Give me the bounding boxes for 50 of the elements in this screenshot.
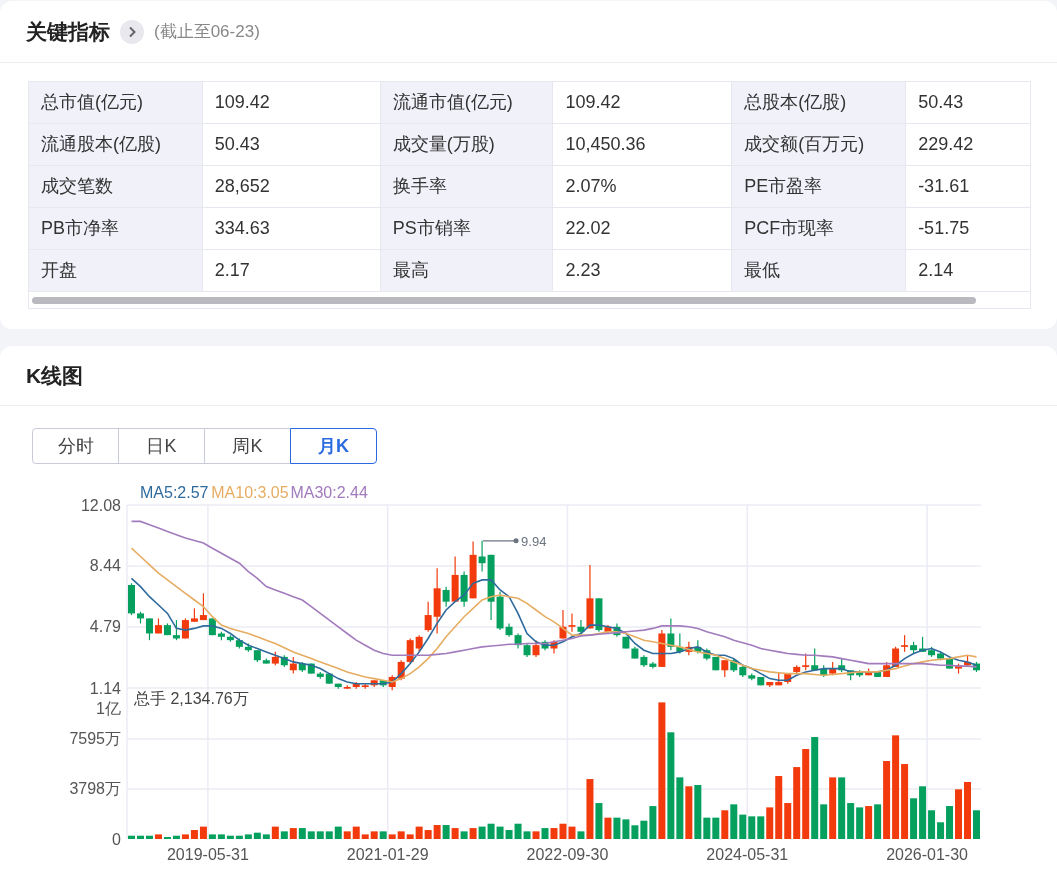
metric-label: 总股本(亿股) xyxy=(732,82,907,123)
metric-label: 成交额(百万元) xyxy=(732,124,907,165)
axis-label: 1.14 xyxy=(89,679,121,697)
axis-label: 1亿 xyxy=(96,699,121,717)
section-title: 关键指标 xyxy=(26,18,110,45)
metric-label: 流通股本(亿股) xyxy=(29,124,203,165)
period-tab[interactable]: 月K xyxy=(290,428,377,464)
metric-value: -31.61 xyxy=(917,175,971,198)
metric-value: 28,652 xyxy=(202,166,381,207)
metric-label: 最低 xyxy=(732,250,907,291)
metric-label: PB市净率 xyxy=(29,208,203,249)
metric-value: 50.43 xyxy=(917,91,965,114)
metric-value: 334.63 xyxy=(202,208,381,249)
metric-label: PE市盈率 xyxy=(732,166,907,207)
axis-label: 3798万 xyxy=(69,780,121,798)
axis-label: 7595万 xyxy=(69,730,121,748)
metric-value: 229.42 xyxy=(917,133,975,156)
metric-value: -51.75 xyxy=(917,217,971,240)
axis-label: 2021-01-29 xyxy=(346,846,429,863)
period-tab[interactable]: 日K xyxy=(118,428,205,464)
volume-label: 总手 2,134.76万 xyxy=(134,690,249,707)
metric-value: 109.42 xyxy=(202,82,381,123)
metric-value: 50.43 xyxy=(202,124,381,165)
legend-label: MA10:3.05 xyxy=(211,484,289,501)
as-of-date: (截止至06-23) xyxy=(154,20,260,43)
axis-label: 2022-09-30 xyxy=(526,846,609,863)
metric-label: 成交量(万股) xyxy=(380,124,554,165)
axis-label: 8.44 xyxy=(89,557,121,575)
metric-label: PCF市现率 xyxy=(732,208,907,249)
metric-label: 换手率 xyxy=(380,166,554,207)
metric-label: 最高 xyxy=(380,250,554,291)
axis-label: 2024-05-31 xyxy=(706,846,789,863)
metric-value: 2.17 xyxy=(202,250,381,291)
price-label: 9.94 xyxy=(521,533,547,549)
metric-label: 流通市值(亿元) xyxy=(380,82,554,123)
metric-label: PS市销率 xyxy=(380,208,554,249)
period-tab[interactable]: 分时 xyxy=(32,428,119,464)
metric-value: 2.14 xyxy=(917,259,955,282)
axis-label: 2019-05-31 xyxy=(167,846,249,863)
legend-label: MA5:2.57 xyxy=(140,484,209,501)
section-title: K线图 xyxy=(26,362,84,389)
axis-label: 2026-01-30 xyxy=(886,846,968,863)
metric-label: 成交笔数 xyxy=(29,166,203,207)
axis-label: 4.79 xyxy=(89,618,121,636)
metric-label: 总市值(亿元) xyxy=(29,82,203,123)
period-tab[interactable]: 周K xyxy=(204,428,291,464)
legend-label: MA30:2.44 xyxy=(290,484,368,501)
axis-label: 12.08 xyxy=(80,496,121,514)
axis-label: 0 xyxy=(112,830,121,848)
metric-label: 开盘 xyxy=(29,250,203,291)
